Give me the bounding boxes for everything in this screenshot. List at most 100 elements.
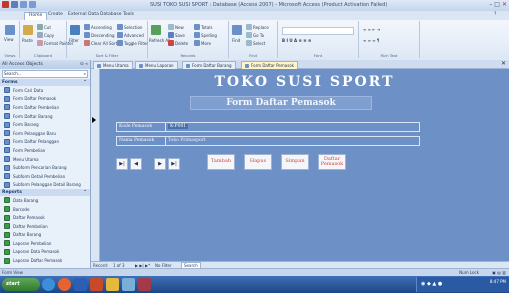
new-record-button[interactable]: New xyxy=(168,24,184,30)
navigation-pane: All Access Objects ⊙ « Search... ⌕ Forms… xyxy=(0,60,91,282)
explorer-icon[interactable] xyxy=(122,278,135,291)
undo-icon[interactable] xyxy=(20,1,27,8)
folder-icon[interactable] xyxy=(106,278,119,291)
format-painter-icon xyxy=(37,40,43,46)
nav-item[interactable]: Subform Pencarian Barang xyxy=(0,163,90,172)
maximize-icon[interactable]: □ xyxy=(494,1,500,8)
tab-form-daftar-barang[interactable]: Form Daftar Barang xyxy=(182,61,236,69)
view-icon[interactable] xyxy=(5,25,15,35)
cut-button[interactable]: Cut xyxy=(37,24,51,30)
save-record-button[interactable]: Save xyxy=(168,32,185,38)
view-button[interactable]: View xyxy=(4,37,14,42)
nav-item[interactable]: Menu Utama xyxy=(0,155,90,164)
record-selector[interactable] xyxy=(91,69,100,261)
clear-sorts-button[interactable]: Clear All Sorts xyxy=(84,40,119,46)
nav-section-forms[interactable]: Forms ⌃ xyxy=(0,79,90,86)
descending-button[interactable]: Descending xyxy=(84,32,115,38)
nav-item[interactable]: Form Daftar Pembelian xyxy=(0,103,90,112)
paste-button[interactable]: Paste xyxy=(22,38,33,43)
nama-pemasok-field[interactable]: Toko Primasport xyxy=(165,136,420,146)
nav-item-label: Form Cari Data xyxy=(13,87,44,93)
spelling-button[interactable]: Spelling xyxy=(194,32,217,38)
nav-item[interactable]: Daftar Pemasok xyxy=(0,213,90,222)
nav-item[interactable]: Daftar Pembelian xyxy=(0,222,90,231)
delete-record-button[interactable]: Delete xyxy=(168,40,188,46)
nav-header-label: All Access Objects xyxy=(2,62,43,67)
nav-item[interactable]: Data Barang xyxy=(0,196,90,205)
tambah-button[interactable]: Tambah xyxy=(207,154,235,170)
tab-menu-utama[interactable]: Menu Utama xyxy=(93,61,133,69)
save-icon[interactable] xyxy=(11,1,18,8)
tab-external-data[interactable]: External Data xyxy=(68,12,99,17)
nav-item[interactable]: Form Barang xyxy=(0,120,90,129)
ascending-button[interactable]: Ascending xyxy=(84,24,112,30)
nav-item[interactable]: Laporan Data Pemasok xyxy=(0,248,90,257)
paste-icon[interactable] xyxy=(23,25,33,35)
font-format-buttons[interactable]: B I U A ≡ ≡ ≡ xyxy=(282,38,311,43)
close-document-icon[interactable]: ✕ xyxy=(501,60,506,67)
font-name-dropdown[interactable] xyxy=(282,27,354,35)
browser-icon[interactable] xyxy=(42,278,55,291)
minimize-icon[interactable]: – xyxy=(489,1,492,8)
nav-item[interactable]: Laporan Daftar Pemasok xyxy=(0,256,90,265)
first-record-button[interactable]: ▶| xyxy=(116,158,128,170)
simpan-button[interactable]: Simpan xyxy=(281,154,309,170)
previous-record-button[interactable]: ◀ xyxy=(130,158,142,170)
nav-item[interactable]: Form Daftar Pemasok xyxy=(0,95,90,104)
next-record-button[interactable]: ▶ xyxy=(154,158,166,170)
nav-item[interactable]: Subform Detail Pembelian xyxy=(0,172,90,181)
find-button[interactable]: Find xyxy=(232,38,240,43)
view-switcher-icons[interactable]: ▣ ▤ ▥ xyxy=(492,269,506,276)
advanced-button[interactable]: Advanced xyxy=(117,32,144,38)
nav-item[interactable]: Form Cari Data xyxy=(0,86,90,95)
close-icon[interactable]: ✕ xyxy=(502,1,507,8)
nav-section-reports[interactable]: Reports ⌃ xyxy=(0,189,90,197)
tray-icons[interactable]: ◉ ◆ ▲ ● xyxy=(421,281,442,287)
copy-button[interactable]: Copy xyxy=(37,32,54,38)
replace-button[interactable]: Replace xyxy=(246,24,269,30)
word-icon[interactable] xyxy=(74,278,87,291)
list-buttons[interactable]: ≡ ≡ ⇤ ⇥ xyxy=(363,27,380,32)
find-icon[interactable] xyxy=(232,25,242,35)
search-icon[interactable]: ⌕ xyxy=(84,71,86,77)
office-logo-icon[interactable] xyxy=(2,1,9,8)
totals-button[interactable]: Totals xyxy=(194,24,212,30)
tab-menu-laporan[interactable]: Menu Laporan xyxy=(135,61,178,69)
goto-button[interactable]: Go To xyxy=(246,32,264,38)
nav-item[interactable]: Form Pelanggan Baru xyxy=(0,129,90,138)
powerpoint-icon[interactable] xyxy=(90,278,103,291)
hapus-button[interactable]: Hapus xyxy=(244,154,272,170)
nav-item[interactable]: Daftar Barang xyxy=(0,231,90,240)
align-buttons[interactable]: ≡ ≡ ≡ ¶ xyxy=(363,38,379,43)
kode-pemasok-field[interactable]: K-P001 xyxy=(165,122,420,132)
goto-icon xyxy=(246,32,252,38)
nav-item[interactable]: Barcode xyxy=(0,205,90,214)
access-icon[interactable] xyxy=(138,278,151,291)
redo-icon[interactable] xyxy=(29,1,36,8)
more-button[interactable]: More xyxy=(194,40,211,46)
start-button[interactable]: start xyxy=(2,278,40,291)
nav-item[interactable]: Laporan Pembelian xyxy=(0,239,90,248)
nav-header[interactable]: All Access Objects ⊙ « xyxy=(0,60,90,69)
nav-search-input[interactable]: Search... ⌕ xyxy=(2,70,88,78)
tab-database-tools[interactable]: Database Tools xyxy=(100,12,134,17)
select-button[interactable]: Select xyxy=(246,40,265,46)
last-record-button[interactable]: ▶| xyxy=(168,158,180,170)
filter-icon[interactable] xyxy=(70,25,80,35)
tab-form-daftar-pemasok[interactable]: Form Daftar Pemasok xyxy=(241,61,299,69)
nav-item[interactable]: Subform Pelanggan Detail Barang xyxy=(0,181,90,190)
nav-item[interactable]: Form Daftar Barang xyxy=(0,112,90,121)
clock[interactable]: 8:47 PM xyxy=(490,279,506,285)
toggle-filter-button[interactable]: Toggle Filter xyxy=(117,40,148,46)
selection-button[interactable]: Selection xyxy=(117,24,142,30)
refresh-icon[interactable] xyxy=(151,25,161,35)
filter-button[interactable]: Filter xyxy=(69,38,79,43)
daftar-pemasok-button[interactable]: Daftar Pemasok xyxy=(318,154,346,170)
ascending-label: Ascending xyxy=(91,24,112,30)
chrome-icon[interactable] xyxy=(58,278,71,291)
nav-collapse-icon[interactable]: ⊙ « xyxy=(80,60,88,69)
nav-item[interactable]: Form Pembelian xyxy=(0,146,90,155)
nav-item[interactable]: Form Daftar Pelanggan xyxy=(0,138,90,147)
help-icon[interactable]: ? xyxy=(494,12,496,17)
tab-create[interactable]: Create xyxy=(48,12,63,17)
